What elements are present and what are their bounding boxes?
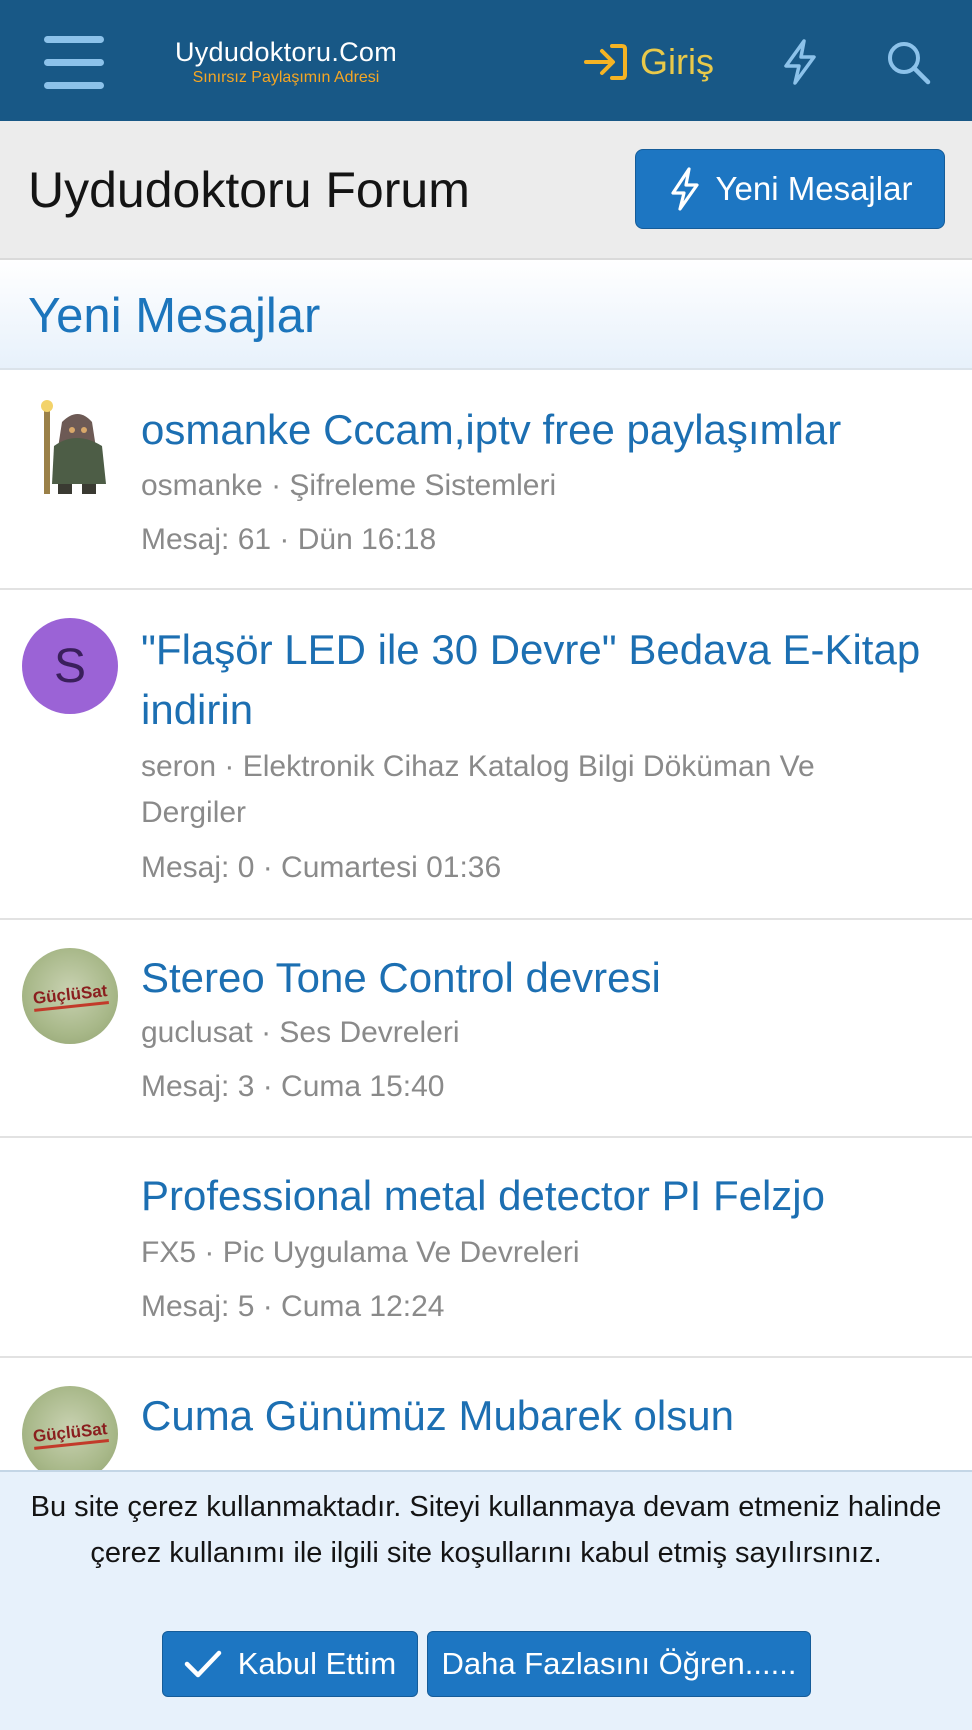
thread-title[interactable]: Cuma Günümüz Mubarek olsun — [141, 1386, 958, 1446]
thread-stats: Mesaj: 3 · Cuma 15:40 — [141, 1070, 445, 1103]
top-navigation-bar: Uydudoktoru.Com Sınırsız Paylaşımın Adre… — [0, 0, 972, 121]
thread-meta: seron · Elektronik Cihaz Katalog Bilgi D… — [141, 744, 912, 836]
separator-dot: · — [261, 1016, 280, 1049]
checkmark-icon — [184, 1650, 221, 1678]
bolt-icon — [670, 167, 699, 211]
login-label: Giriş — [640, 41, 714, 82]
logo-subtitle: Sınırsız Paylaşımın Adresi — [192, 69, 380, 86]
thread-title[interactable]: "Flaşör LED ile 30 Devre" Bedava E-Kitap… — [141, 620, 958, 740]
thread-title[interactable]: Stereo Tone Control devresi — [141, 948, 958, 1008]
thread-title[interactable]: Professional metal detector PI Felzjo — [141, 1166, 958, 1226]
thread-row[interactable]: S "Flaşör LED ile 30 Devre" Bedava E-Kit… — [0, 590, 972, 920]
thread-forum[interactable]: Pic Uygulama Ve Devreleri — [223, 1236, 580, 1269]
section-title: Yeni Mesajlar — [28, 289, 321, 343]
accept-cookies-button[interactable]: Kabul Ettim — [162, 1631, 418, 1697]
separator-dot: · — [224, 750, 243, 783]
learn-more-label: Daha Fazlasını Öğren...... — [441, 1646, 797, 1681]
thread-author[interactable]: osmanke — [141, 469, 263, 502]
page-title: Uydudoktoru Forum — [28, 162, 470, 218]
thread-forum[interactable]: Şifreleme Sistemleri — [289, 469, 556, 502]
accept-cookies-label: Kabul Ettim — [237, 1646, 397, 1681]
thread-row[interactable]: Professional metal detector PI Felzjo FX… — [0, 1138, 972, 1358]
thread-stats: Mesaj: 0 · Cumartesi 01:36 — [141, 851, 502, 884]
thread-forum[interactable]: Elektronik Cihaz Katalog Bilgi Döküman V… — [141, 750, 815, 829]
avatar-letter: S — [53, 639, 86, 693]
thread-meta: osmanke · Şifreleme Sistemleri — [141, 463, 912, 509]
separator-dot: · — [204, 1236, 223, 1269]
new-posts-button[interactable]: Yeni Mesajlar — [635, 149, 945, 229]
avatar-text: GüçlüSat — [31, 1418, 109, 1450]
thread-title[interactable]: osmanke Cccam,iptv free paylaşımlar — [141, 400, 958, 460]
search-icon[interactable] — [884, 38, 932, 86]
avatar[interactable] — [22, 400, 118, 496]
thread-meta: guclusat · Ses Devreleri — [141, 1010, 912, 1056]
cookie-notice-text: Bu site çerez kullanmaktadır. Siteyi kul… — [30, 1491, 942, 1569]
thread-stats: Mesaj: 61 · Dün 16:18 — [141, 523, 437, 556]
thread-author[interactable]: guclusat — [141, 1016, 253, 1049]
thread-forum[interactable]: Ses Devreleri — [279, 1016, 459, 1049]
avatar[interactable]: GüçlüSat — [22, 1386, 118, 1482]
thread-stats: Mesaj: 5 · Cuma 12:24 — [141, 1290, 445, 1323]
menu-icon[interactable] — [44, 36, 104, 90]
character-figure-icon — [41, 400, 106, 494]
learn-more-button[interactable]: Daha Fazlasını Öğren...... — [427, 1631, 811, 1697]
avatar[interactable]: S — [22, 618, 118, 714]
thread-author[interactable]: FX5 — [141, 1236, 196, 1269]
login-icon — [584, 44, 627, 80]
thread-row[interactable]: osmanke Cccam,iptv free paylaşımlar osma… — [0, 370, 972, 590]
site-logo[interactable]: Uydudoktoru.Com Sınırsız Paylaşımın Adre… — [166, 36, 406, 96]
thread-meta: FX5 · Pic Uygulama Ve Devreleri — [141, 1230, 912, 1276]
thread-row[interactable]: GüçlüSat Stereo Tone Control devresi guc… — [0, 920, 972, 1138]
avatar-text: GüçlüSat — [31, 980, 109, 1012]
separator-dot: · — [271, 469, 290, 502]
logo-title: Uydudoktoru.Com — [174, 37, 398, 67]
new-posts-button-label: Yeni Mesajlar — [715, 170, 913, 207]
bolt-icon[interactable] — [780, 38, 820, 86]
avatar[interactable]: GüçlüSat — [22, 948, 118, 1044]
login-button[interactable]: Giriş — [582, 36, 714, 88]
thread-author[interactable]: seron — [141, 750, 216, 783]
